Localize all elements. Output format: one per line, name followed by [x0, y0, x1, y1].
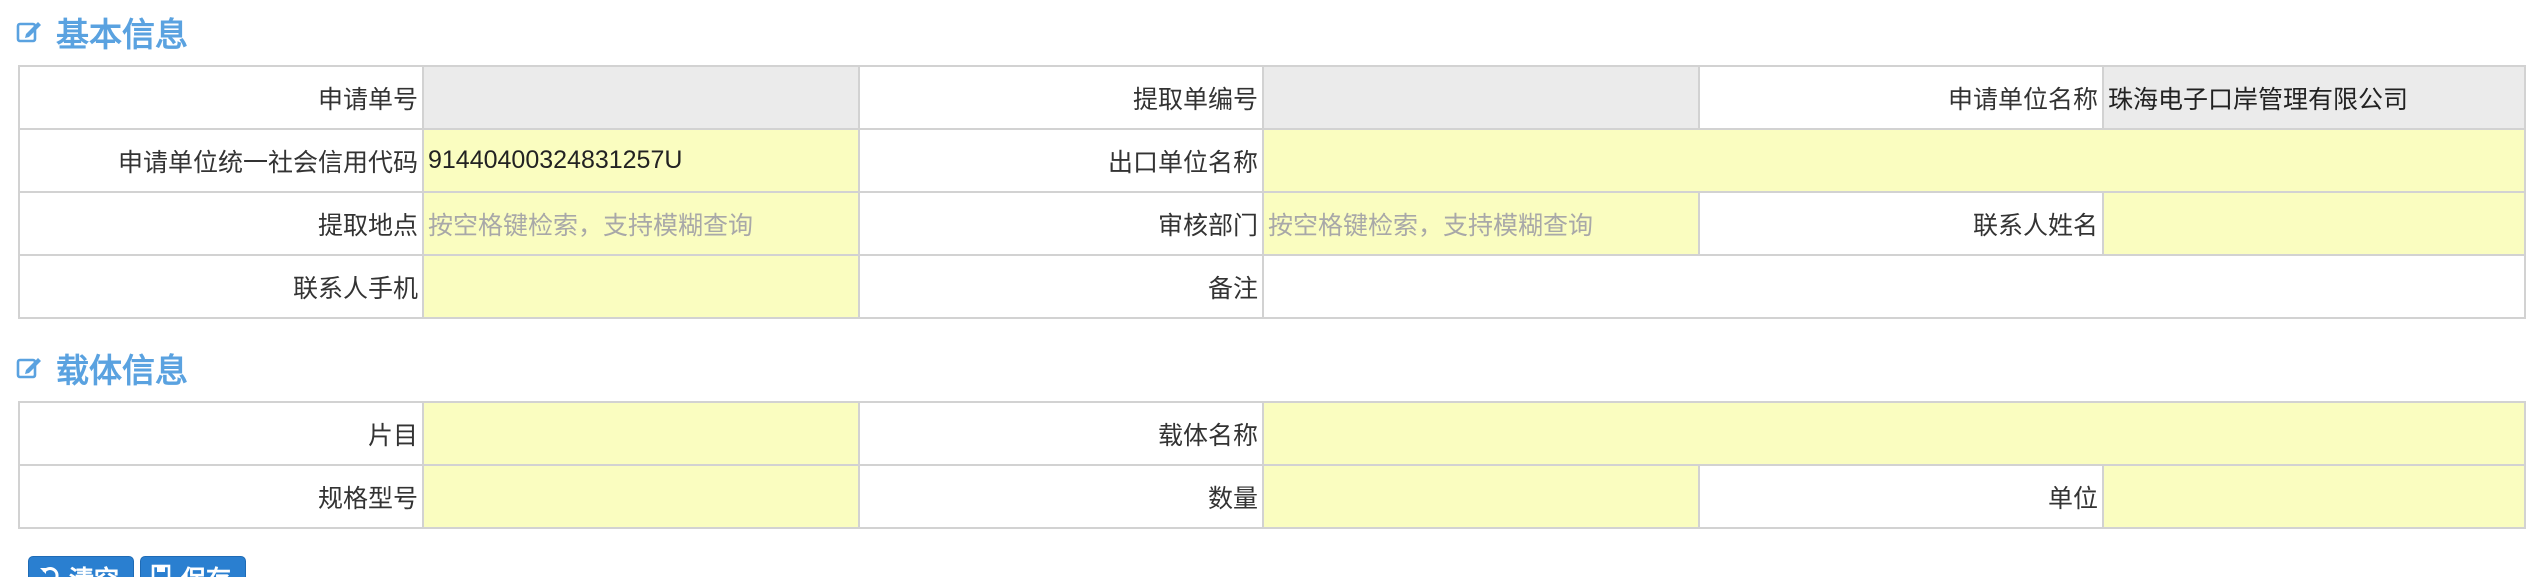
review-department-input[interactable]: 按空格键检索，支持模糊查询 — [1262, 191, 1700, 256]
applicant-credit-code-value: 91440400324831257U — [428, 146, 683, 174]
basic-info-form: 申请单号 提取单编号 申请单位名称 珠海电子口岸管理有限公司 申请单位统一社会信… — [18, 65, 2526, 319]
review-department-label: 审核部门 — [858, 191, 1264, 256]
remarks-input[interactable] — [1262, 254, 2526, 319]
edit-icon — [16, 355, 42, 381]
extraction-site-label: 提取地点 — [18, 191, 424, 256]
clear-button[interactable]: 清空 — [28, 556, 135, 577]
extraction-site-input[interactable]: 按空格键检索，支持模糊查询 — [422, 191, 860, 256]
action-buttons: 清空 保存 — [28, 556, 247, 577]
form-row: 规格型号 数量 单位 — [18, 464, 2527, 529]
form-row: 申请单号 提取单编号 申请单位名称 珠海电子口岸管理有限公司 — [18, 65, 2526, 130]
carrier-info-form: 片目 载体名称 规格型号 数量 单位 — [18, 401, 2527, 529]
page: 基本信息 申请单号 提取单编号 申请单位名称 珠海电子口岸管理有限公司 申请单位… — [0, 0, 2543, 577]
section-title-basic: 基本信息 — [16, 10, 188, 54]
applicant-credit-code-input[interactable]: 91440400324831257U — [422, 128, 860, 193]
export-unit-name-label: 出口单位名称 — [858, 128, 1264, 193]
applicant-unit-name-field: 珠海电子口岸管理有限公司 — [2102, 65, 2526, 130]
unit-label: 单位 — [1698, 464, 2104, 529]
piece-item-input[interactable] — [422, 401, 860, 466]
section-title-text: 载体信息 — [56, 352, 188, 389]
contact-name-input[interactable] — [2102, 191, 2526, 256]
applicant-unit-name-label: 申请单位名称 — [1698, 65, 2104, 130]
application-no-field — [422, 65, 860, 130]
form-row: 申请单位统一社会信用代码 91440400324831257U 出口单位名称 — [18, 128, 2526, 193]
contact-name-label: 联系人姓名 — [1698, 191, 2104, 256]
extraction-no-field — [1262, 65, 1700, 130]
remarks-label: 备注 — [858, 254, 1264, 319]
form-row: 联系人手机 备注 — [18, 254, 2526, 319]
unit-input[interactable] — [2101, 464, 2527, 529]
carrier-name-label: 载体名称 — [858, 401, 1264, 466]
quantity-input[interactable] — [1262, 464, 1700, 529]
spec-model-input[interactable] — [422, 464, 860, 529]
applicant-unit-name-value: 珠海电子口岸管理有限公司 — [2108, 85, 2409, 114]
section-title-text: 基本信息 — [56, 16, 188, 53]
extraction-no-label: 提取单编号 — [858, 65, 1264, 130]
undo-icon — [39, 564, 61, 577]
contact-mobile-input[interactable] — [422, 254, 860, 319]
save-button-label: 保存 — [181, 560, 231, 577]
form-row: 提取地点 按空格键检索，支持模糊查询 审核部门 按空格键检索，支持模糊查询 联系… — [18, 191, 2526, 256]
edit-icon — [16, 19, 42, 45]
save-button[interactable]: 保存 — [140, 556, 247, 577]
extraction-site-placeholder: 按空格键检索，支持模糊查询 — [428, 211, 754, 240]
clear-button-label: 清空 — [69, 560, 119, 577]
spec-model-label: 规格型号 — [18, 464, 424, 529]
piece-item-label: 片目 — [18, 401, 424, 466]
export-unit-name-input[interactable] — [1262, 128, 2526, 193]
review-department-placeholder: 按空格键检索，支持模糊查询 — [1268, 211, 1594, 240]
section-title-carrier: 载体信息 — [16, 346, 188, 390]
quantity-label: 数量 — [858, 464, 1264, 529]
application-no-label: 申请单号 — [18, 65, 424, 130]
form-row: 片目 载体名称 — [18, 401, 2527, 466]
contact-mobile-label: 联系人手机 — [18, 254, 424, 319]
save-icon — [151, 564, 173, 577]
applicant-credit-code-label: 申请单位统一社会信用代码 — [18, 128, 424, 193]
carrier-name-input[interactable] — [1261, 401, 2527, 466]
